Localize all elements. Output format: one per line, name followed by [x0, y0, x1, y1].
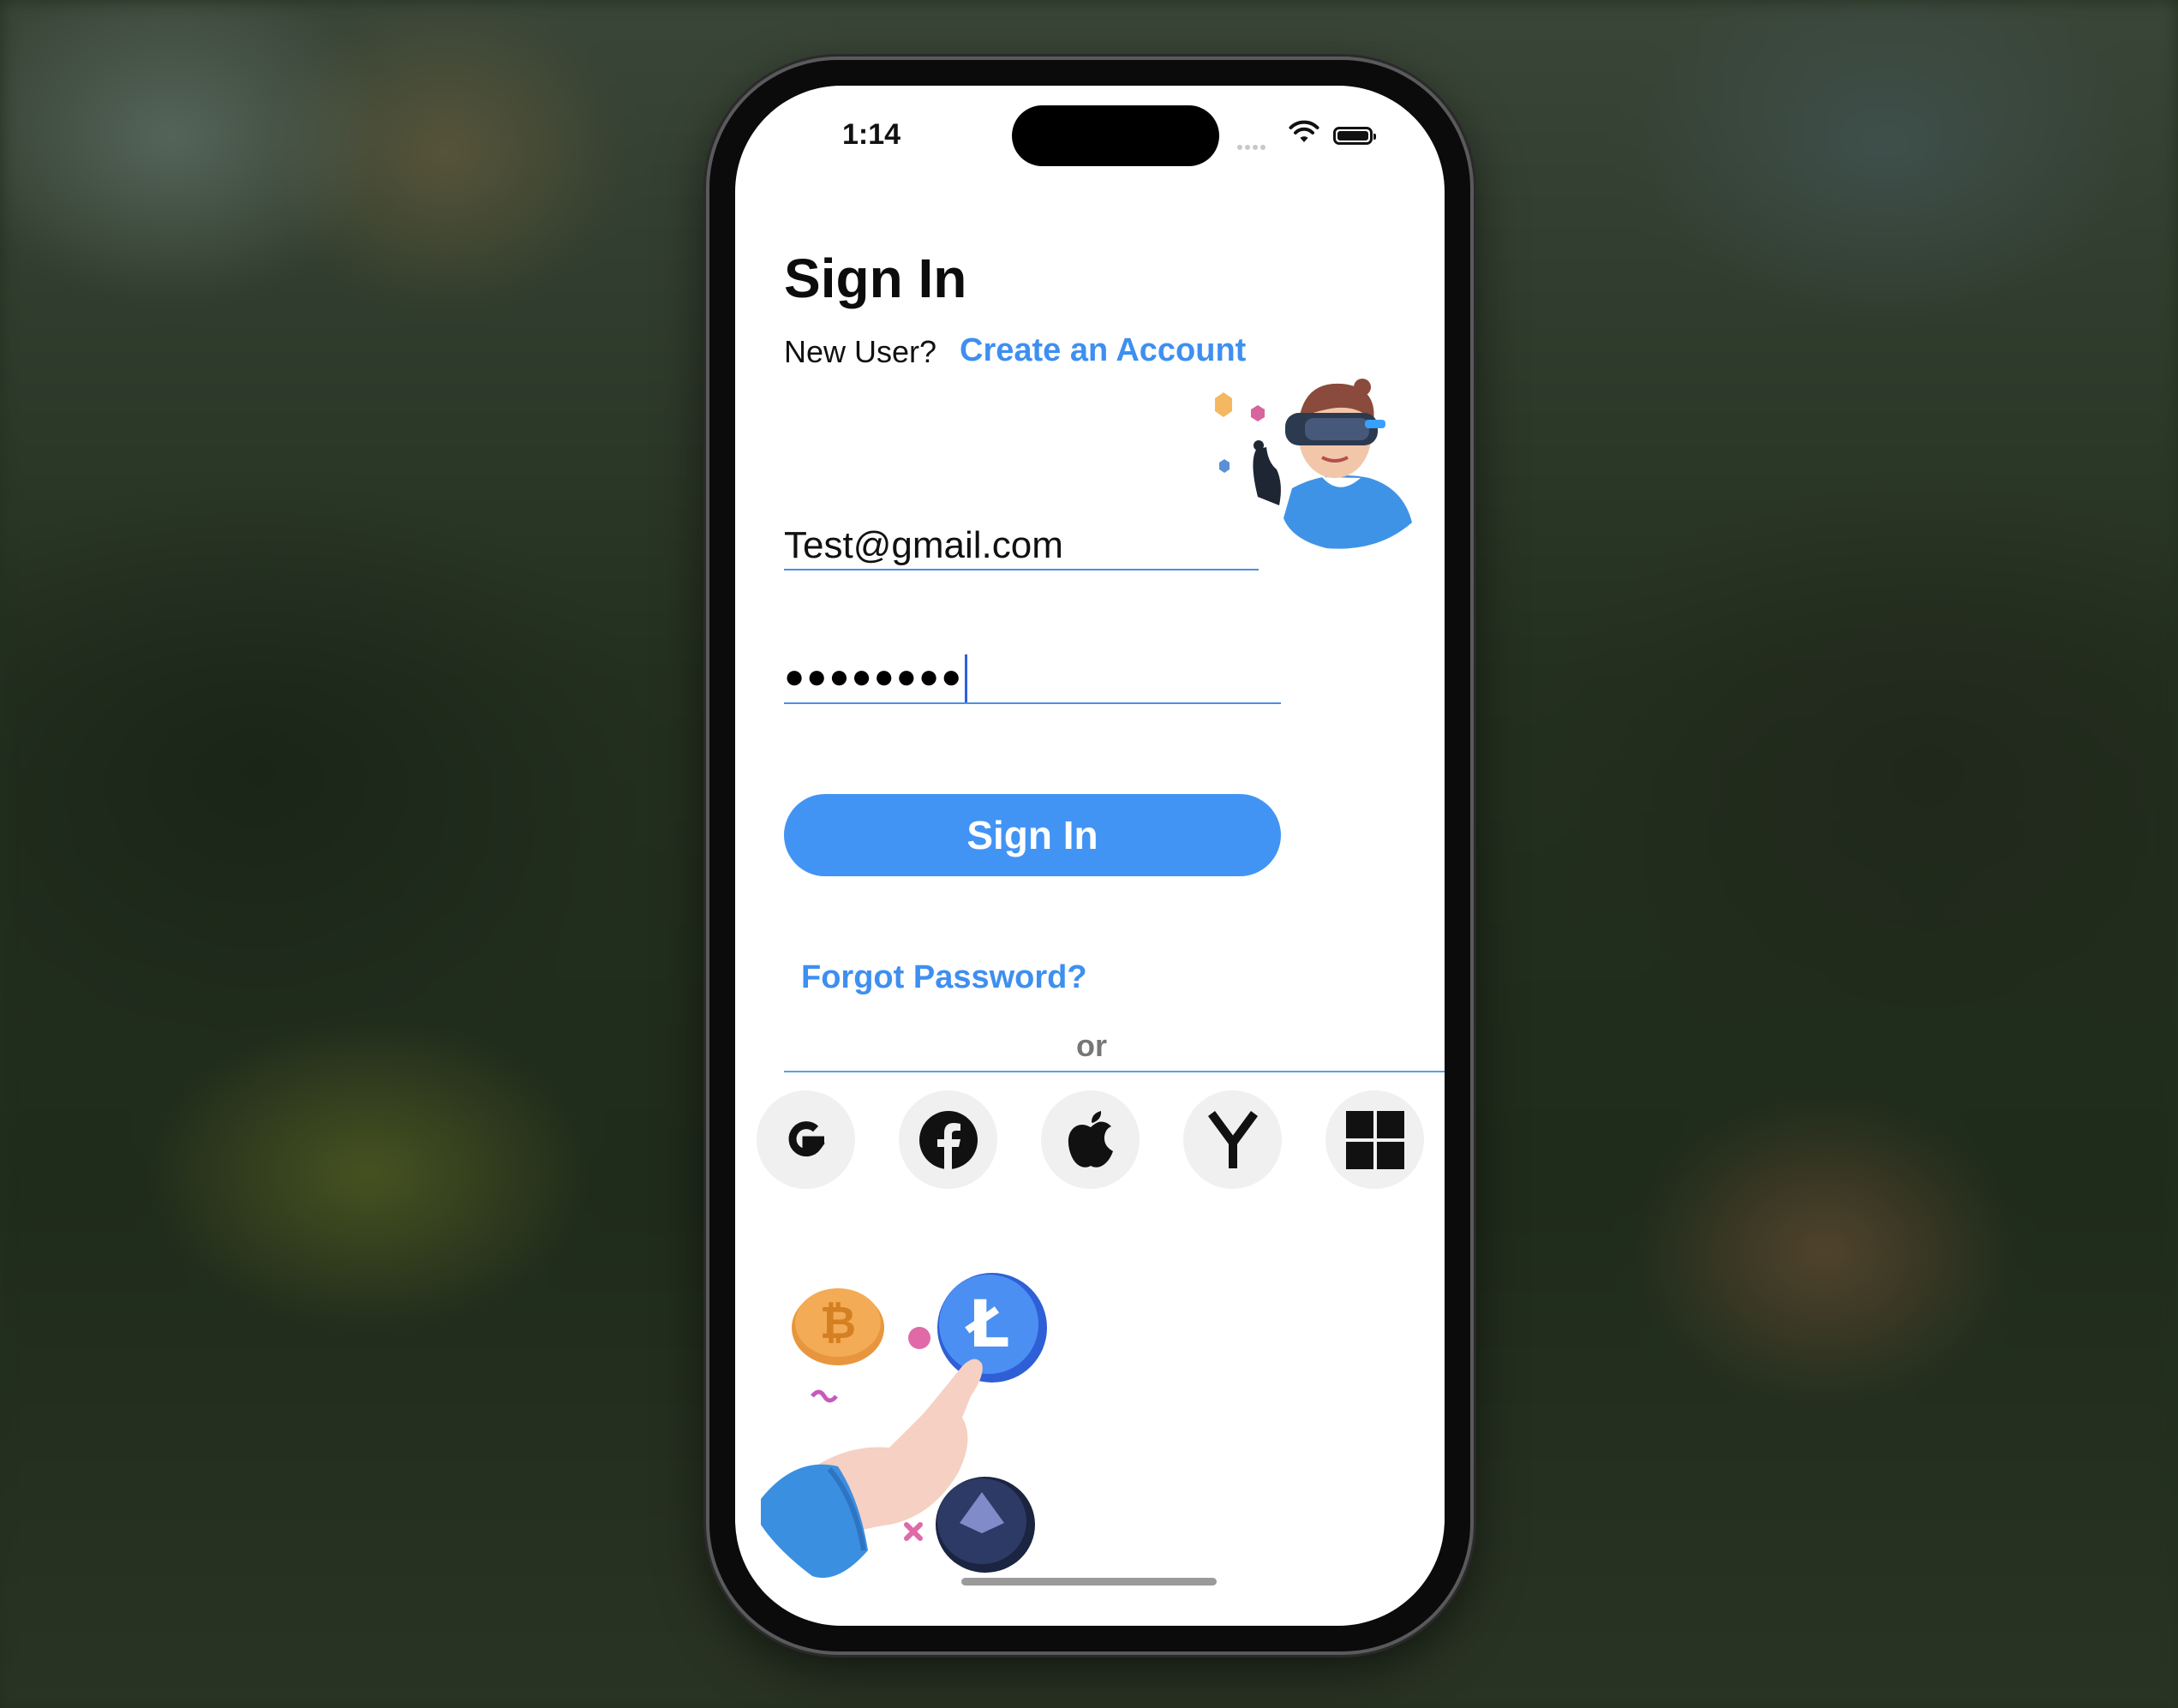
new-user-label: New User? [784, 334, 937, 369]
dynamic-island [1012, 105, 1219, 166]
crypto-hand-illustration: ₿ Ł [761, 1273, 1047, 1578]
divider-line [784, 1071, 1445, 1072]
microsoft-sign-in-button[interactable] [1325, 1090, 1424, 1189]
password-masked-value: ●●●●●●●● [784, 658, 964, 696]
email-field[interactable]: Test@gmail.com [784, 524, 1259, 570]
password-field[interactable]: ●●●●●●●● [784, 651, 1281, 704]
create-account-link[interactable]: Create an Account [960, 332, 1248, 369]
yahoo-sign-in-button[interactable] [1183, 1090, 1282, 1189]
apple-sign-in-button[interactable] [1041, 1090, 1140, 1189]
or-divider-label: or [1076, 1028, 1107, 1063]
page-title: Sign In [784, 248, 967, 309]
phone-frame: 1:14 Sign In New User? Create an Account [709, 60, 1470, 1651]
wifi-icon [1289, 120, 1319, 142]
status-indicators [1237, 120, 1383, 154]
yahoo-icon [1207, 1110, 1258, 1168]
app-screen: 1:14 Sign In New User? Create an Account [735, 86, 1445, 1626]
forgot-password-link[interactable]: Forgot Password? [801, 959, 1087, 996]
facebook-icon [918, 1110, 978, 1169]
status-time: 1:14 [842, 118, 901, 151]
text-caret [965, 654, 968, 703]
home-indicator[interactable] [961, 1578, 1217, 1586]
google-icon [788, 1120, 825, 1156]
svg-text:₿: ₿ [820, 1298, 856, 1349]
svg-text:Ł: Ł [965, 1286, 1010, 1362]
google-sign-in-button[interactable] [757, 1090, 855, 1189]
sign-in-button[interactable]: Sign In [784, 794, 1281, 876]
facebook-sign-in-button[interactable] [899, 1090, 997, 1189]
battery-icon [1333, 127, 1376, 145]
cellular-signal-icon [1237, 139, 1268, 154]
apple-icon [1068, 1110, 1113, 1168]
microsoft-icon [1345, 1110, 1404, 1169]
